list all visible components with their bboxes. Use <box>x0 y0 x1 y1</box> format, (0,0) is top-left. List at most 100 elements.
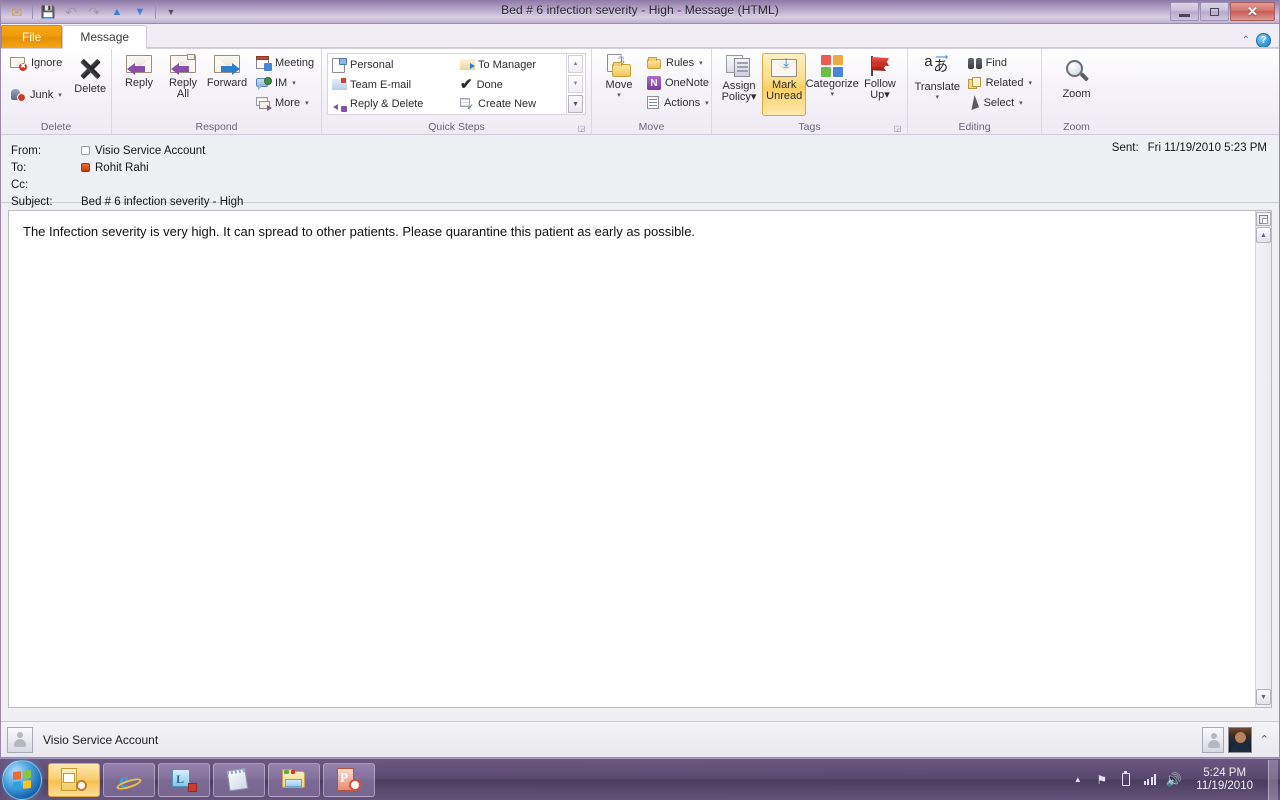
collapse-ribbon-icon[interactable]: ⌃ <box>1242 35 1250 46</box>
quick-step-create-new[interactable]: ✓ Create New <box>456 94 566 114</box>
related-button[interactable]: Related ▾ <box>964 73 1036 93</box>
related-dropdown-icon[interactable]: ▾ <box>1028 79 1032 87</box>
translate-button[interactable]: a あ ⟶ Translate ▾ <box>913 52 962 103</box>
volume-icon[interactable]: 🔊 <box>1166 772 1182 787</box>
team-email-icon <box>332 78 347 91</box>
sent-value: Fri 11/19/2010 5:23 PM <box>1147 142 1267 154</box>
from-value-group[interactable]: Visio Service Account <box>81 145 205 157</box>
meeting-icon <box>256 56 272 71</box>
tags-dialog-launcher[interactable]: ◲ <box>892 123 903 134</box>
reply-all-label-line2: All <box>176 88 190 100</box>
taskbar-internet-explorer[interactable]: e <box>103 762 155 797</box>
close-button[interactable]: ✕ <box>1230 2 1275 21</box>
reply-all-button[interactable]: Reply All <box>161 52 205 102</box>
clock[interactable]: 5:24 PM 11/19/2010 <box>1190 767 1259 793</box>
junk-button[interactable]: Junk ▾ <box>6 85 66 105</box>
ribbon-group-delete: ✖ Ignore Junk ▾ Delete Delete <box>1 49 111 135</box>
junk-dropdown-icon[interactable]: ▾ <box>58 91 62 99</box>
action-center-flag-icon[interactable]: ⚑ <box>1094 772 1109 787</box>
scrollbar-down-button[interactable]: ▼ <box>1256 689 1271 705</box>
move-icon: ⇩ <box>605 54 633 78</box>
zoom-label: Zoom <box>1062 88 1091 100</box>
actions-button[interactable]: Actions ▾ <box>643 93 713 113</box>
message-body-text[interactable]: The Infection severity is very high. It … <box>9 211 1271 254</box>
follow-up-dropdown-icon[interactable]: ▾ <box>884 89 890 101</box>
done-label: Done <box>476 78 503 91</box>
reply-button[interactable]: Reply <box>117 52 161 91</box>
translate-label: Translate <box>914 81 961 93</box>
more-respond-icon <box>256 96 272 111</box>
select-dropdown-icon[interactable]: ▾ <box>1019 99 1023 107</box>
avatar <box>7 726 33 753</box>
tab-file[interactable]: File <box>1 25 63 48</box>
title-bar: ✉ 💾 ↶ ↷ ▲ ▼ ▼ Bed # 6 infection severity… <box>1 0 1279 24</box>
network-signal-icon[interactable] <box>1142 772 1157 787</box>
quick-step-reply-delete[interactable]: Reply & Delete <box>328 94 456 114</box>
im-dropdown-icon[interactable]: ▾ <box>292 79 296 87</box>
forward-icon <box>213 54 241 76</box>
assign-policy-dropdown-icon[interactable]: ▾ <box>751 91 757 103</box>
scrollbar-up-button[interactable]: ▲ <box>1256 227 1271 243</box>
more-button[interactable]: More ▾ <box>252 93 318 113</box>
quick-step-to-manager[interactable]: To Manager <box>456 55 566 75</box>
group-label-zoom: Zoom <box>1063 121 1090 133</box>
taskbar-explorer[interactable] <box>268 762 320 797</box>
im-button[interactable]: IM ▾ <box>252 73 318 93</box>
categorize-button[interactable]: Categorize ▾ <box>806 53 859 100</box>
show-hidden-icons-icon[interactable]: ▲ <box>1070 772 1085 787</box>
quick-step-personal[interactable]: Personal <box>328 55 456 75</box>
quick-steps-more-menu[interactable]: ▼ <box>568 95 583 113</box>
mark-unread-icon: ⤓ <box>770 56 798 78</box>
categorize-dropdown-icon[interactable]: ▾ <box>830 91 834 98</box>
scrollbar-split-button[interactable] <box>1256 212 1271 226</box>
quick-steps-scroll-up[interactable]: ▲ <box>568 55 583 73</box>
show-desktop-button[interactable] <box>1268 759 1278 800</box>
reply-delete-label: Reply & Delete <box>350 98 424 111</box>
mark-unread-button[interactable]: ⤓ Mark Unread <box>762 53 807 116</box>
reply-label: Reply <box>124 77 154 89</box>
people-pane-contact-placeholder[interactable] <box>1201 726 1224 753</box>
tab-message[interactable]: Message <box>62 25 148 49</box>
quick-step-done[interactable]: ✔ Done <box>456 75 566 95</box>
scrollbar-bottom-group: ▼ <box>1256 688 1271 705</box>
help-icon[interactable]: ? <box>1256 33 1271 48</box>
more-dropdown-icon[interactable]: ▾ <box>305 99 309 107</box>
presence-indicator-to <box>81 163 90 172</box>
people-pane-contact-photo[interactable] <box>1227 726 1252 753</box>
taskbar-powerpoint[interactable]: P <box>323 762 375 797</box>
body-scrollbar[interactable]: ▲ ▼ <box>1255 211 1271 707</box>
actions-dropdown-icon[interactable]: ▾ <box>705 99 709 107</box>
rules-button[interactable]: Rules ▾ <box>643 53 713 73</box>
clock-time: 5:24 PM <box>1203 766 1247 779</box>
quick-steps-scroll-down[interactable]: ▼ <box>568 75 583 93</box>
taskbar-notepad[interactable] <box>213 762 265 797</box>
find-button[interactable]: Find <box>964 53 1036 73</box>
ignore-button[interactable]: ✖ Ignore <box>6 53 66 73</box>
translate-dropdown-icon[interactable]: ▾ <box>936 94 940 101</box>
taskbar-lync[interactable]: L <box>158 762 210 797</box>
select-button[interactable]: Select ▾ <box>964 93 1036 113</box>
move-dropdown-icon[interactable]: ▾ <box>617 92 621 99</box>
create-new-label: Create New <box>478 98 537 111</box>
group-label-delete: Delete <box>40 121 72 133</box>
assign-policy-button[interactable]: Assign Policy▾ <box>717 53 761 105</box>
forward-button[interactable]: Forward <box>205 52 249 91</box>
start-button[interactable] <box>2 759 42 800</box>
to-value-group[interactable]: Rohit Rahi <box>81 162 149 174</box>
zoom-button[interactable]: Zoom <box>1055 57 1099 102</box>
meeting-button[interactable]: Meeting <box>252 53 318 73</box>
delete-button[interactable]: Delete <box>68 54 112 97</box>
rules-dropdown-icon[interactable]: ▾ <box>699 59 703 67</box>
minimize-button[interactable] <box>1170 2 1199 21</box>
follow-up-button[interactable]: Follow Up▾ <box>858 53 902 103</box>
restore-button[interactable] <box>1200 2 1229 21</box>
people-pane-expand-icon[interactable]: ⌃ <box>1256 733 1269 746</box>
quick-step-team-email[interactable]: Team E-mail <box>328 75 456 95</box>
create-new-icon: ✓ <box>460 97 474 111</box>
taskbar-outlook[interactable] <box>48 762 100 797</box>
quick-steps-dialog-launcher[interactable]: ◲ <box>576 123 587 134</box>
onenote-button[interactable]: N OneNote <box>643 73 713 93</box>
move-button[interactable]: ⇩ Move ▾ <box>597 52 641 101</box>
subject-value: Bed # 6 infection severity - High <box>81 195 244 208</box>
battery-icon[interactable] <box>1118 771 1133 787</box>
